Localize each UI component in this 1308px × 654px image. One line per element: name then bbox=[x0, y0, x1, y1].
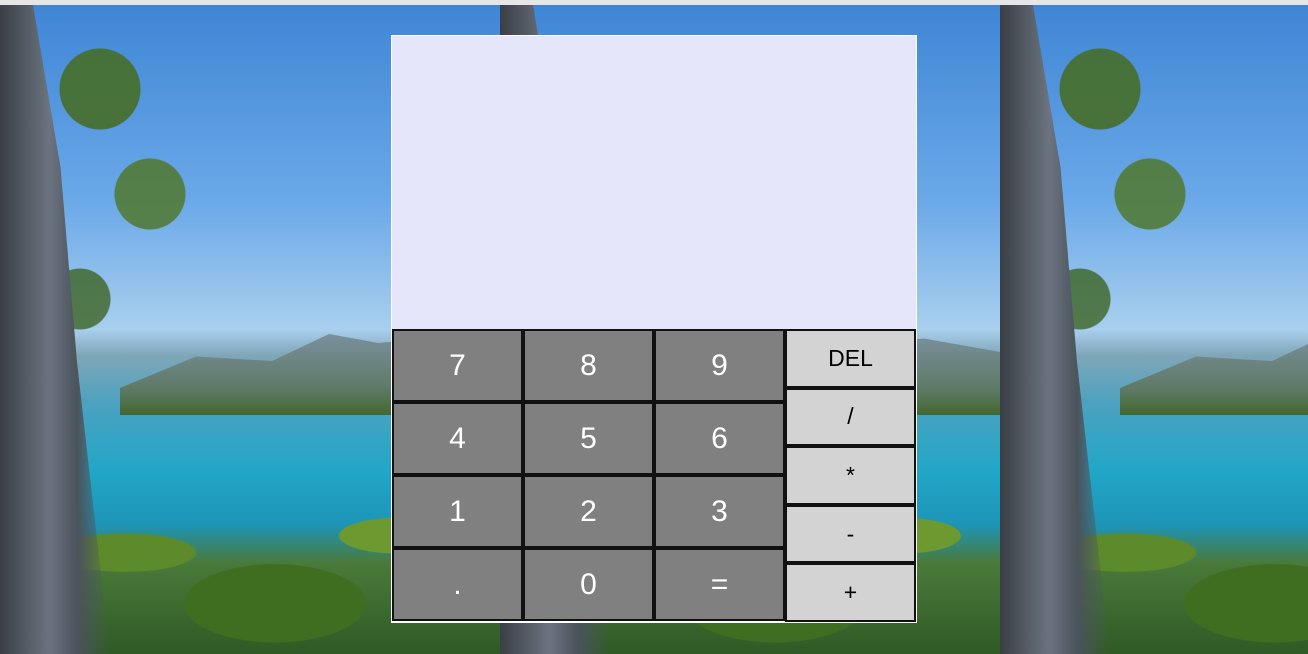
digit-button-6[interactable]: 6 bbox=[654, 402, 785, 475]
divide-button[interactable]: / bbox=[785, 387, 916, 447]
digit-button-9[interactable]: 9 bbox=[654, 329, 785, 402]
digit-button-8[interactable]: 8 bbox=[523, 329, 654, 402]
delete-button[interactable]: DEL bbox=[785, 329, 916, 388]
calculator-display bbox=[392, 36, 916, 329]
digit-button-4[interactable]: 4 bbox=[392, 402, 523, 475]
digit-button-7[interactable]: 7 bbox=[392, 329, 523, 402]
decimal-point-button[interactable]: . bbox=[392, 548, 523, 621]
add-button[interactable]: + bbox=[785, 563, 916, 622]
background-tile bbox=[1000, 5, 1308, 654]
equals-button[interactable]: = bbox=[654, 548, 785, 621]
digit-button-2[interactable]: 2 bbox=[523, 475, 654, 548]
multiply-button[interactable]: * bbox=[785, 446, 916, 505]
digit-button-0[interactable]: 0 bbox=[523, 548, 654, 621]
calculator-keypad: 7 8 9 4 5 6 1 2 3 . 0 = DEL / * - + bbox=[392, 329, 916, 623]
digit-button-5[interactable]: 5 bbox=[523, 402, 654, 475]
digit-button-1[interactable]: 1 bbox=[392, 475, 523, 548]
digit-button-3[interactable]: 3 bbox=[654, 475, 785, 548]
calculator: 7 8 9 4 5 6 1 2 3 . 0 = DEL / * - + bbox=[391, 35, 917, 623]
subtract-button[interactable]: - bbox=[785, 504, 916, 564]
